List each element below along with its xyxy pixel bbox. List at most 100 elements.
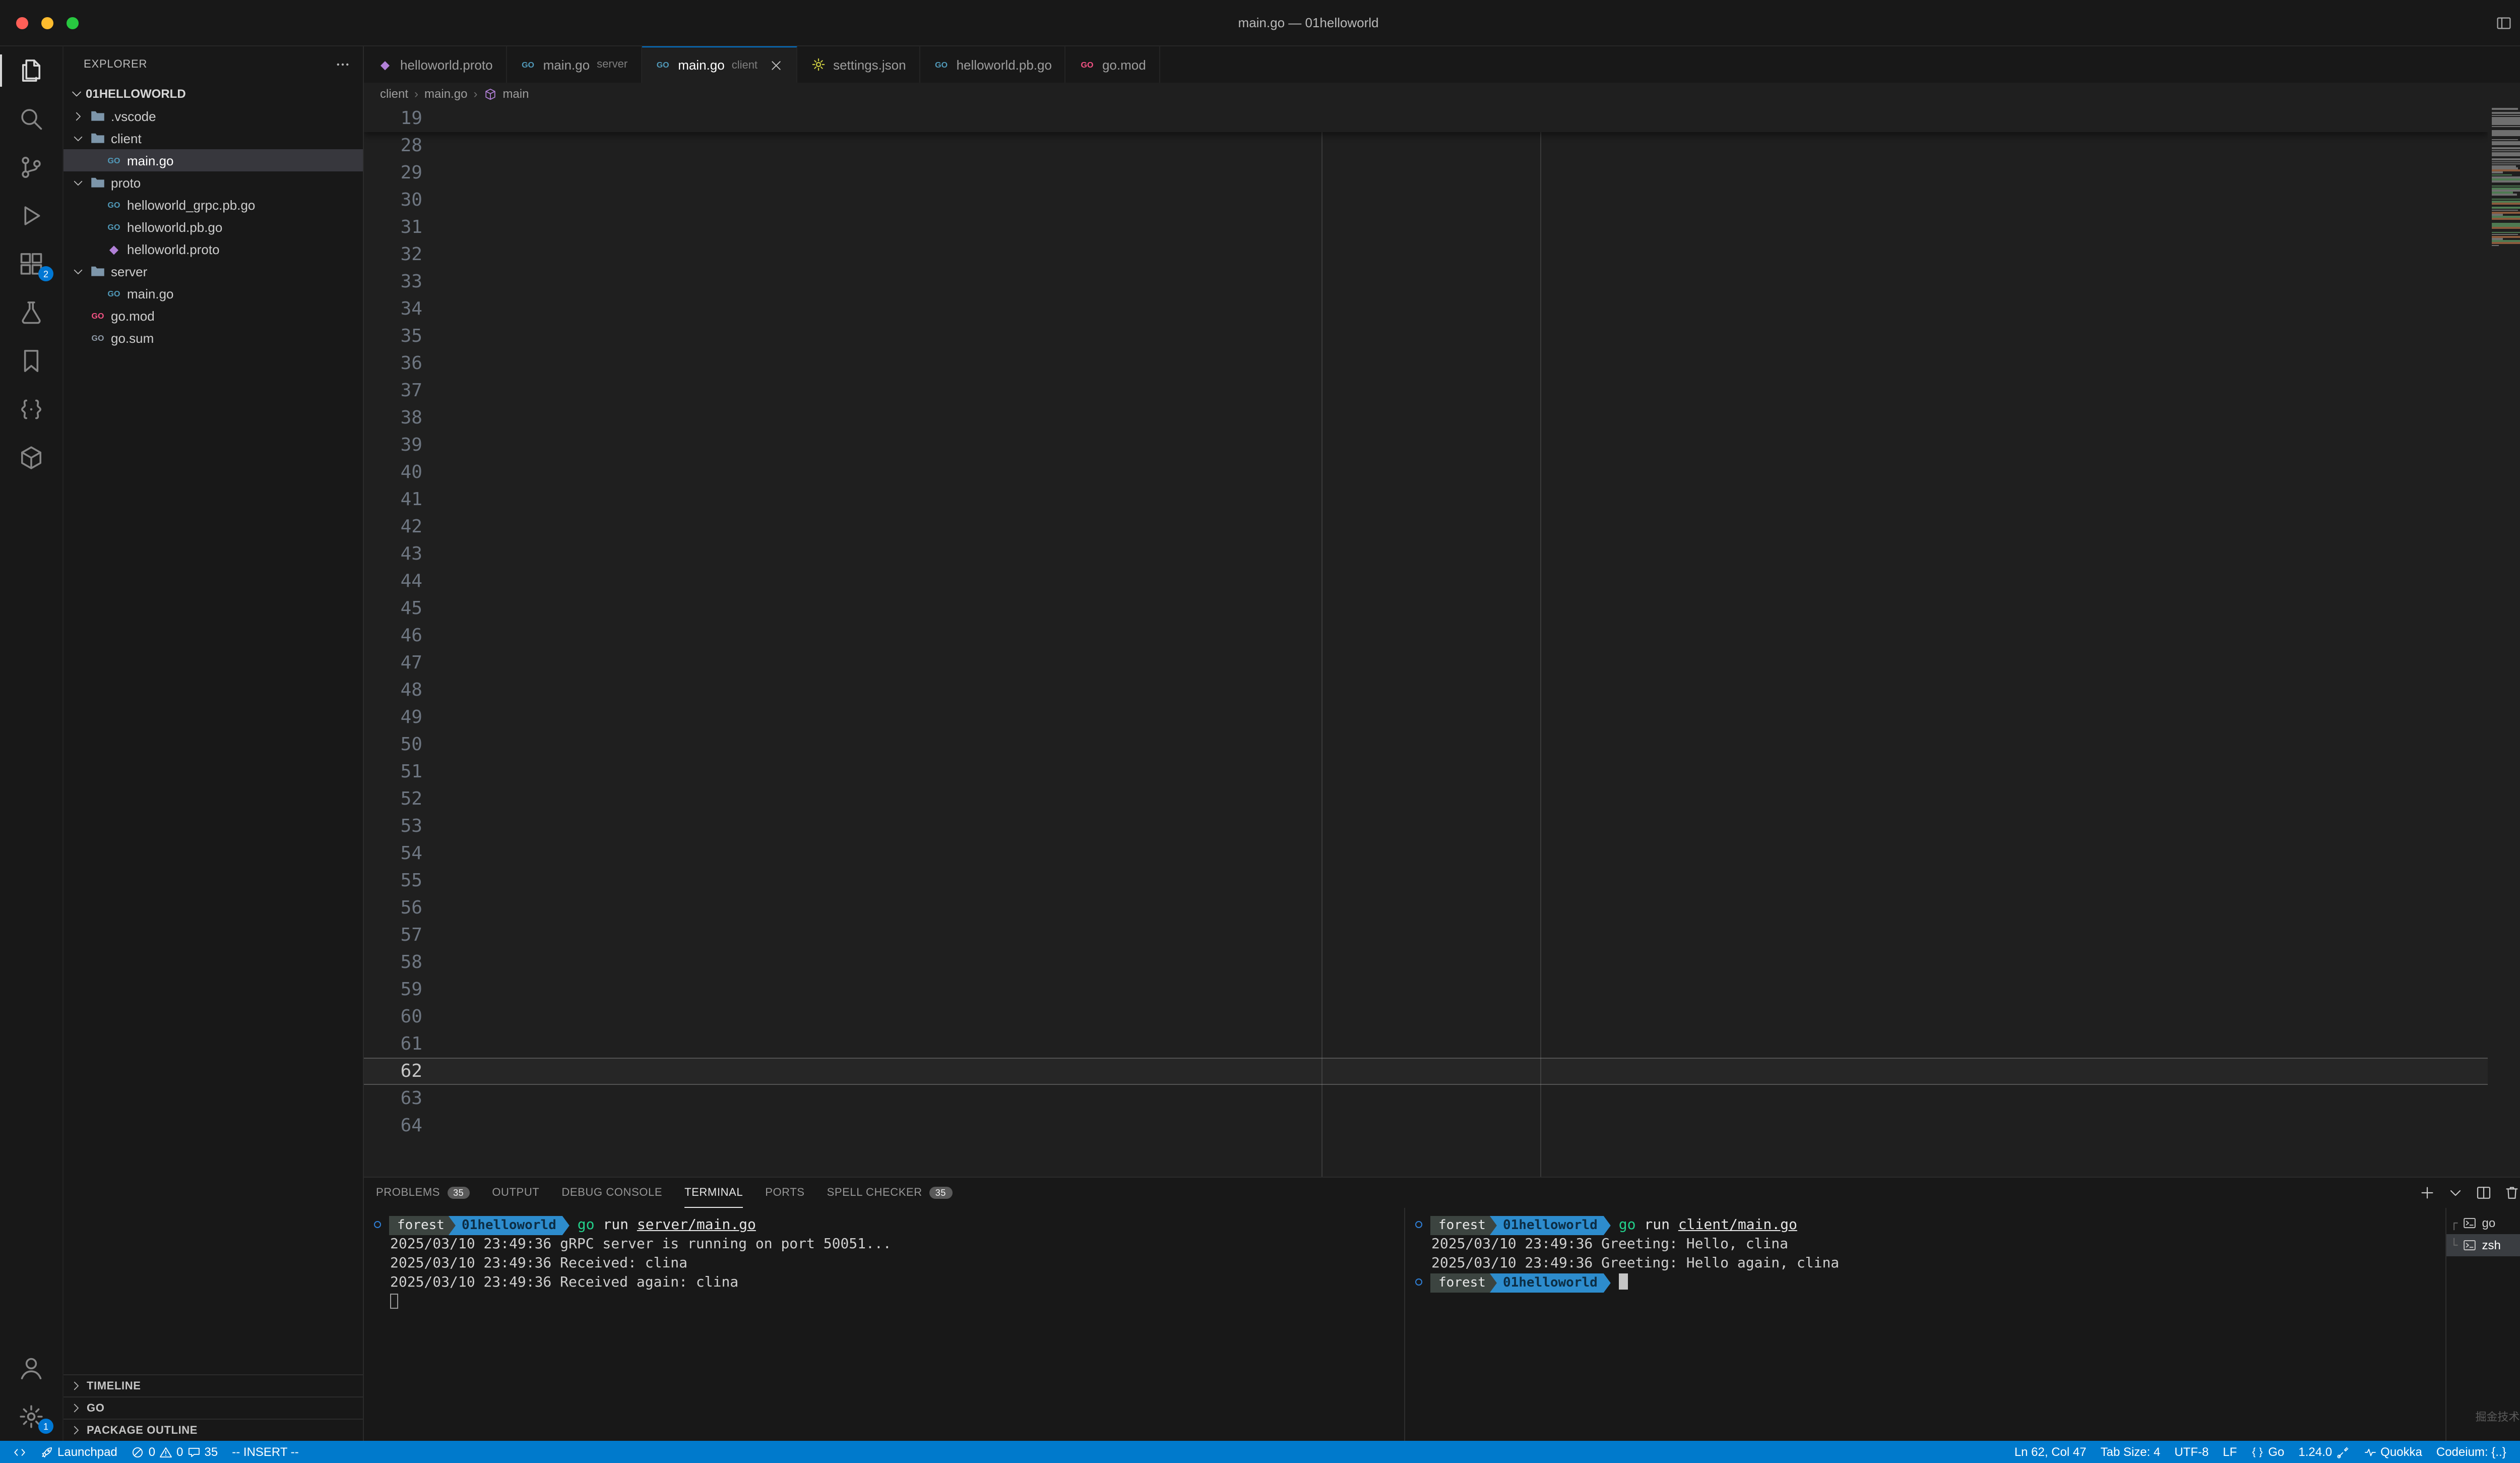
code-line-36[interactable]: 36 — [364, 350, 2488, 377]
activity-bar-item-account[interactable] — [0, 1344, 62, 1392]
code-line-39[interactable]: 39 — [364, 432, 2488, 459]
code-line-30[interactable]: 30 — [364, 187, 2488, 214]
status-problems[interactable]: 0035 — [124, 1441, 225, 1463]
status-encoding[interactable]: UTF-8 — [2167, 1441, 2216, 1463]
status-prettier[interactable]: Prettier — [2513, 1441, 2520, 1463]
close-tab-icon[interactable] — [769, 58, 783, 72]
code-line-56[interactable]: 56 — [364, 894, 2488, 922]
code-line-58[interactable]: 58 — [364, 949, 2488, 976]
code-line-29[interactable]: 29 — [364, 159, 2488, 187]
code-line-34[interactable]: 34 — [364, 295, 2488, 323]
trash-icon[interactable] — [2504, 1185, 2520, 1201]
terminal-pane-client[interactable]: forest01helloworldgo run client/main.go2… — [1405, 1208, 2445, 1441]
code-line-44[interactable]: 44 — [364, 568, 2488, 595]
code-line-35[interactable]: 35 — [364, 323, 2488, 350]
tree-file-helloworld_grpc.pb.go[interactable]: GOhelloworld_grpc.pb.go — [64, 194, 363, 216]
status-language-mode[interactable]: Go — [2244, 1441, 2291, 1463]
code-line-52[interactable]: 52 — [364, 785, 2488, 813]
command-decoration-icon[interactable] — [374, 1221, 381, 1228]
activity-bar-item-bookmarks[interactable] — [0, 337, 62, 385]
sidebar-section-timeline[interactable]: TIMELINE — [64, 1374, 363, 1396]
code-line-47[interactable]: 47 — [364, 649, 2488, 677]
breadcrumb-item[interactable]: client — [380, 87, 408, 101]
workspace-section-header[interactable]: 01HELLOWORLD — [64, 83, 363, 105]
status-vim-mode[interactable]: -- INSERT -- — [225, 1441, 305, 1463]
terminal-list-item-zsh[interactable]: └zsh — [2446, 1234, 2520, 1256]
add-terminal-icon[interactable] — [2419, 1185, 2435, 1201]
close-window-button[interactable] — [16, 17, 28, 29]
tree-folder-.vscode[interactable]: .vscode — [64, 105, 363, 127]
tab-go.mod[interactable]: GOgo.mod — [1066, 46, 1160, 83]
code-line-45[interactable]: 45 — [364, 595, 2488, 622]
tree-file-go.mod[interactable]: GOgo.mod — [64, 304, 363, 327]
activity-bar-item-source-control[interactable] — [0, 143, 62, 192]
status-codeium[interactable]: Codeium: {..} — [2429, 1441, 2513, 1463]
minimap[interactable] — [2488, 105, 2520, 1177]
split-terminal-icon[interactable] — [2476, 1185, 2492, 1201]
status-quokka[interactable]: Quokka — [2356, 1441, 2429, 1463]
activity-bar-item-testing[interactable] — [0, 288, 62, 337]
code-line-51[interactable]: 51 — [364, 758, 2488, 785]
code-line-60[interactable]: 60 — [364, 1003, 2488, 1030]
activity-bar-item-run-debug[interactable] — [0, 192, 62, 240]
code-line-53[interactable]: 53 — [364, 813, 2488, 840]
sidebar-section-package-outline[interactable]: PACKAGE OUTLINE — [64, 1419, 363, 1441]
minimize-window-button[interactable] — [41, 17, 53, 29]
activity-bar-item-search[interactable] — [0, 95, 62, 143]
activity-bar-item-settings[interactable]: 1 — [0, 1392, 62, 1441]
tree-file-main.go[interactable]: GOmain.go — [64, 282, 363, 304]
tab-helloworld.pb.go[interactable]: GOhelloworld.pb.go — [920, 46, 1066, 83]
panel-tab-ports[interactable]: PORTS — [765, 1178, 804, 1208]
code-line-49[interactable]: 49 — [364, 704, 2488, 731]
status-remote[interactable] — [6, 1441, 33, 1463]
code-line-42[interactable]: 42 — [364, 513, 2488, 540]
code-line-54[interactable]: 54 — [364, 840, 2488, 867]
code-line-32[interactable]: 32 — [364, 241, 2488, 268]
status-indentation[interactable]: Tab Size: 4 — [2094, 1441, 2168, 1463]
panel-tab-spell-checker[interactable]: SPELL CHECKER35 — [827, 1178, 952, 1208]
code-area[interactable]: 1928293031323334353637383940414243444546… — [364, 105, 2488, 1177]
code-line-46[interactable]: 46 — [364, 622, 2488, 649]
tab-settings.json[interactable]: settings.json — [797, 46, 920, 83]
code-line-55[interactable]: 55 — [364, 867, 2488, 894]
code-line-48[interactable]: 48 — [364, 677, 2488, 704]
activity-bar-item-extensions[interactable]: 2 — [0, 240, 62, 288]
code-line-33[interactable]: 33 — [364, 268, 2488, 295]
tree-file-main.go[interactable]: GOmain.go — [64, 149, 363, 171]
tab-main.go-client[interactable]: GOmain.goclient — [642, 46, 797, 83]
breadcrumb-item[interactable]: main.go — [424, 87, 467, 101]
code-editor[interactable]: 1928293031323334353637383940414243444546… — [364, 105, 2520, 1177]
code-line-40[interactable]: 40 — [364, 459, 2488, 486]
zoom-window-button[interactable] — [67, 17, 79, 29]
tab-helloworld.proto[interactable]: ◆helloworld.proto — [364, 46, 507, 83]
code-line-43[interactable]: 43 — [364, 540, 2488, 568]
panel-tab-problems[interactable]: PROBLEMS35 — [376, 1178, 470, 1208]
sidebar-section-go[interactable]: GO — [64, 1396, 363, 1419]
code-line-28[interactable]: 28 — [364, 132, 2488, 159]
code-line-41[interactable]: 41 — [364, 486, 2488, 513]
code-line-57[interactable]: 57 — [364, 922, 2488, 949]
activity-bar-item-package[interactable] — [0, 434, 62, 482]
code-line-62[interactable]: 62 — [364, 1058, 2488, 1085]
code-line-31[interactable]: 31 — [364, 214, 2488, 241]
status-launchpad[interactable]: Launchpad — [33, 1441, 124, 1463]
activity-bar-item-snippets[interactable] — [0, 385, 62, 434]
tree-folder-client[interactable]: client — [64, 127, 363, 149]
tree-folder-server[interactable]: server — [64, 260, 363, 282]
breadcrumb-symbol[interactable]: main — [502, 87, 529, 101]
panel-tab-output[interactable]: OUTPUT — [492, 1178, 539, 1208]
tree-file-go.sum[interactable]: GOgo.sum — [64, 327, 363, 349]
explorer-more-actions-icon[interactable] — [335, 56, 351, 73]
panel-tab-debug-console[interactable]: DEBUG CONSOLE — [561, 1178, 662, 1208]
code-line-61[interactable]: 61 — [364, 1030, 2488, 1058]
tree-folder-proto[interactable]: proto — [64, 171, 363, 194]
code-line-63[interactable]: 63 — [364, 1085, 2488, 1112]
panel-tab-terminal[interactable]: TERMINAL — [684, 1178, 743, 1208]
terminal-pane-server[interactable]: forest01helloworldgo run server/main.go2… — [364, 1208, 1404, 1441]
activity-bar-item-explorer[interactable] — [0, 46, 62, 95]
terminal-list-item-go[interactable]: ┌go — [2446, 1212, 2520, 1234]
command-decoration-icon[interactable] — [1415, 1278, 1422, 1286]
code-line-37[interactable]: 37 — [364, 377, 2488, 404]
command-decoration-icon[interactable] — [1415, 1221, 1422, 1228]
chevron-down-icon[interactable] — [2447, 1185, 2464, 1201]
